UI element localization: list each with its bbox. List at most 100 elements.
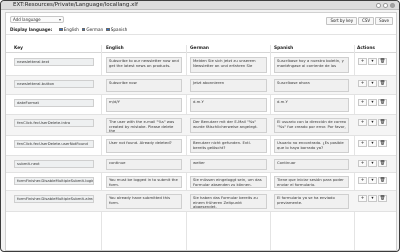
row-actions: + ▾ 🗑 (358, 160, 387, 167)
german-translation-field[interactable]: Benutzer nicht gefunden. Evtl. bereits g… (190, 139, 267, 153)
key-field[interactable]: fenClick.fecUserDelete.intro (14, 119, 94, 127)
trash-icon[interactable]: 🗑 (378, 99, 387, 106)
table-row: fenClick.fecUserDelete.userNotFound User … (6, 136, 396, 156)
chevron-down-icon: ▾ (58, 17, 61, 22)
spanish-translation-field[interactable]: El formulario ya se ha enviado previamen… (274, 194, 349, 209)
table-row: submit.next continue weiter Continuar + ▾ 🗑 (6, 156, 396, 173)
plus-icon[interactable]: + (358, 58, 367, 65)
english-translation-field[interactable]: Subscribe now (106, 79, 182, 92)
plus-icon[interactable]: + (358, 195, 367, 202)
german-translation-field[interactable]: Sie haben das Formular bereits zu einem … (190, 194, 267, 209)
add-language-label: Add language (13, 17, 41, 22)
table-row: fenClick.fecUserDelete.intro The user wit… (6, 115, 396, 136)
english-translation-field[interactable]: continue (106, 159, 182, 170)
actions-column-header: Actions (357, 46, 375, 51)
maximize-button[interactable] (383, 3, 388, 8)
caret-down-icon[interactable]: ▾ (368, 80, 377, 87)
english-translation-field[interactable]: You already have submitted this form. (106, 194, 182, 209)
row-actions: + ▾ 🗑 (358, 80, 387, 87)
table-row: newsletteral.text Subscribe to our newsle… (6, 54, 396, 76)
window-title: EXT:Resources/Private/Language/locallang… (13, 2, 138, 8)
spanish-translation-field[interactable]: El usuario con la dirección de correo "%… (274, 118, 349, 133)
spanish-translation-field[interactable]: Suscríbase hoy a nuestro boletín, y mant… (274, 57, 349, 73)
german-translation-field[interactable]: Sie müssen eingeloggt sein, um das Formu… (190, 176, 267, 188)
table-row: formFinisher.DisableMultipleSubmit.login… (6, 173, 396, 191)
save-button[interactable]: Save (375, 17, 393, 25)
key-field[interactable]: formFinisher.DisableMultipleSubmit.login… (14, 177, 94, 185)
english-translation-field[interactable]: m/d/Y (106, 98, 182, 112)
german-translation-field[interactable]: weiter (190, 159, 267, 170)
spanish-checkbox-label: Spanish (110, 27, 128, 32)
trash-icon[interactable]: 🗑 (378, 140, 387, 147)
english-translation-field[interactable]: User not found. Already deleted? (106, 139, 182, 153)
spanish-translation-field[interactable]: Tiene que iniciar sesión para poder envi… (274, 176, 349, 188)
table-row: formFinisher.DisableMultipleSubmit.alrea… (6, 191, 396, 212)
add-language-select[interactable]: Add language ▾ (10, 16, 64, 23)
application-window: EXT:Resources/Private/Language/locallang… (0, 0, 400, 252)
table-row: dateFormat m/d/Y d.m.Y d.m.Y + ▾ 🗑 (6, 95, 396, 115)
plus-icon[interactable]: + (358, 140, 367, 147)
english-translation-field[interactable]: Subscribe to our newsletter now and get … (106, 57, 182, 73)
plus-icon[interactable]: + (358, 177, 367, 184)
plus-icon[interactable]: + (358, 119, 367, 126)
english-column-header: English (106, 46, 124, 51)
row-actions: + ▾ 🗑 (358, 140, 387, 147)
german-translation-field[interactable]: Melden Sie sich jetzt zu unserem Newslet… (190, 57, 267, 73)
key-field[interactable]: submit.next (14, 160, 94, 168)
german-translation-field[interactable]: d.m.Y (190, 98, 267, 112)
spanish-translation-field[interactable]: Continuar (274, 159, 349, 170)
spanish-translation-field[interactable]: Usuario no encontrado. ¿Es posible que l… (274, 139, 349, 153)
english-checkbox-label: English (63, 27, 79, 32)
plus-icon[interactable]: + (358, 160, 367, 167)
trash-icon[interactable]: 🗑 (378, 177, 387, 184)
trash-icon[interactable]: 🗑 (378, 160, 387, 167)
csv-button[interactable]: CSV (358, 17, 375, 25)
toolbar: Add language ▾ Display language: English … (6, 13, 396, 35)
plus-icon[interactable]: + (358, 99, 367, 106)
key-field[interactable]: newsletteral.text (14, 58, 94, 66)
english-checkbox[interactable] (59, 27, 63, 32)
spanish-translation-field[interactable]: Suscríbase ahora (274, 79, 349, 92)
table-header: Key English German Spanish Actions (6, 45, 396, 53)
spanish-column-header: Spanish (274, 46, 294, 51)
caret-down-icon[interactable]: ▾ (368, 140, 377, 147)
caret-down-icon[interactable]: ▾ (368, 99, 377, 106)
trash-icon[interactable]: 🗑 (378, 80, 387, 87)
german-translation-field[interactable]: Jetzt abonnieren (190, 79, 267, 92)
row-actions: + ▾ 🗑 (358, 58, 387, 65)
spanish-checkbox[interactable] (106, 27, 110, 32)
minimize-button[interactable] (376, 3, 381, 8)
display-language-label: Display language: (10, 27, 53, 32)
caret-down-icon[interactable]: ▾ (368, 195, 377, 202)
translation-panel: Add language ▾ Display language: English … (5, 12, 397, 251)
trash-icon[interactable]: 🗑 (378, 58, 387, 65)
trash-icon[interactable]: 🗑 (378, 119, 387, 126)
spanish-translation-field[interactable]: d.m.Y (274, 98, 349, 112)
caret-down-icon[interactable]: ▾ (368, 119, 377, 126)
display-language-filter: Display language: English German Spanish (10, 27, 127, 32)
german-column-header: German (190, 46, 209, 51)
row-actions: + ▾ 🗑 (358, 177, 387, 184)
plus-icon[interactable]: + (358, 80, 367, 87)
german-checkbox[interactable] (81, 27, 86, 32)
caret-down-icon[interactable]: ▾ (368, 160, 377, 167)
title-bar: EXT:Resources/Private/Language/locallang… (1, 1, 399, 10)
row-actions: + ▾ 🗑 (358, 119, 387, 126)
row-actions: + ▾ 🗑 (358, 99, 387, 106)
row-actions: + ▾ 🗑 (358, 195, 387, 202)
sort-by-key-button[interactable]: Sort by key (326, 17, 358, 25)
caret-down-icon[interactable]: ▾ (368, 177, 377, 184)
english-translation-field[interactable]: You must be logged in to submit the form… (106, 176, 182, 188)
trash-icon[interactable]: 🗑 (378, 195, 387, 202)
close-button[interactable] (390, 3, 395, 8)
table-row: newsletteral.button Subscribe now Jetzt ab… (6, 76, 396, 95)
key-field[interactable]: newsletteral.button (14, 80, 94, 88)
key-field[interactable]: dateFormat (14, 99, 94, 107)
german-translation-field[interactable]: Der Benutzer mit der E-Mail "%s" wurde f… (190, 118, 267, 133)
key-field[interactable]: formFinisher.DisableMultipleSubmit.alrea… (14, 195, 94, 203)
german-checkbox-label: German (86, 27, 104, 32)
english-translation-field[interactable]: The user with the e-mail "%s" was create… (106, 118, 182, 133)
key-column-header: Key (14, 46, 23, 51)
caret-down-icon[interactable]: ▾ (368, 58, 377, 65)
key-field[interactable]: fenClick.fecUserDelete.userNotFound (14, 140, 94, 148)
